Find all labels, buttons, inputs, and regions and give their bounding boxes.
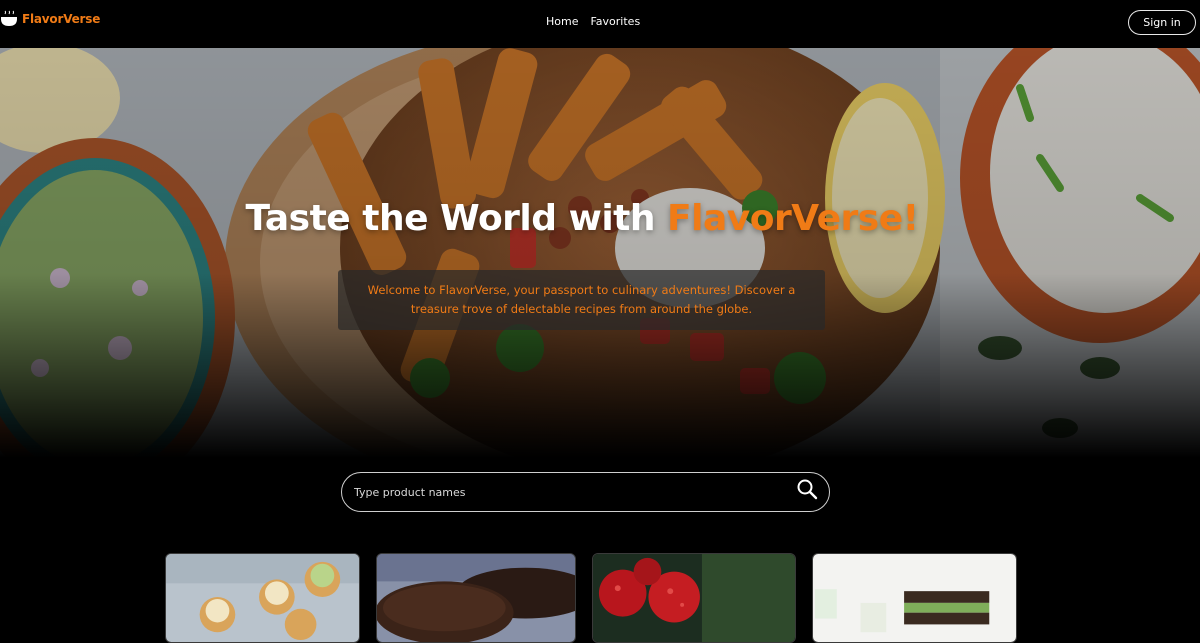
search-bar bbox=[341, 472, 830, 512]
nav-favorites-link[interactable]: Favorites bbox=[590, 15, 640, 28]
hero-intro-text: Welcome to FlavorVerse, your passport to… bbox=[338, 270, 825, 330]
search-icon[interactable] bbox=[796, 478, 818, 500]
red-ornaments-photo bbox=[593, 554, 795, 642]
tea-sandwiches-photo bbox=[813, 554, 1016, 642]
hero-title: Taste the World with FlavorVerse! bbox=[0, 198, 1164, 239]
hero-title-accent: FlavorVerse! bbox=[667, 198, 919, 239]
search-input[interactable] bbox=[352, 481, 772, 503]
brand-logo[interactable]: FlavorVerse bbox=[0, 10, 100, 28]
hero-overlay bbox=[0, 48, 1200, 458]
sign-in-button[interactable]: Sign in bbox=[1128, 10, 1196, 35]
main-nav: Home Favorites bbox=[546, 15, 640, 28]
chocolate-cake-photo bbox=[377, 554, 575, 642]
cooking-pot-icon bbox=[1, 10, 17, 26]
hero-banner: Taste the World with FlavorVerse! Welcom… bbox=[0, 48, 1200, 458]
hero-title-prefix: Taste the World with bbox=[245, 198, 668, 239]
nav-home-link[interactable]: Home bbox=[546, 15, 578, 28]
pistachio-cupcakes-photo bbox=[166, 554, 359, 642]
navbar: FlavorVerse Home Favorites Sign in bbox=[0, 0, 1200, 48]
brand-name: FlavorVerse bbox=[22, 12, 101, 26]
